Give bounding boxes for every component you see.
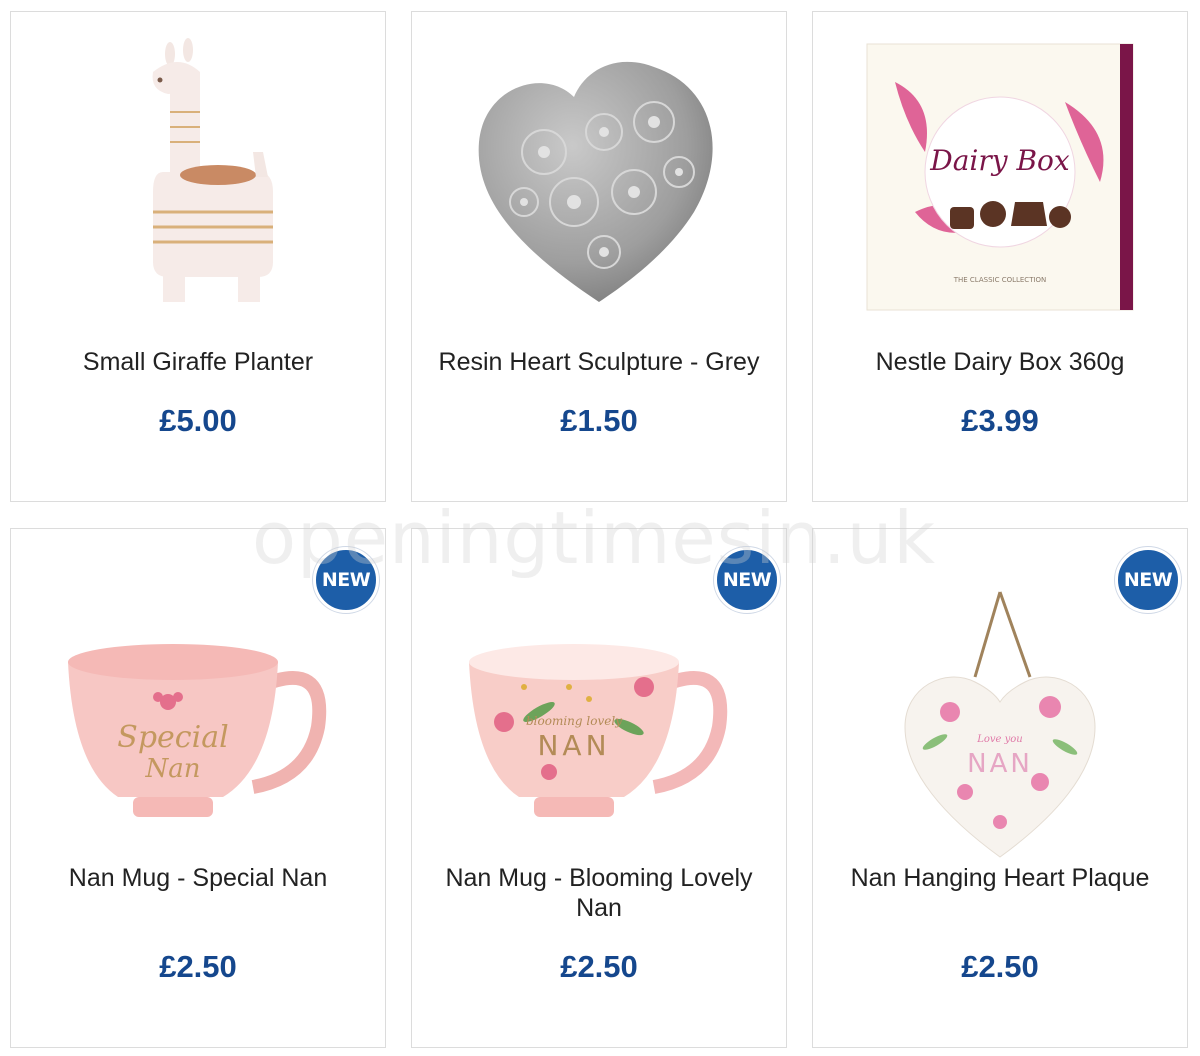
special-mug-text-1: Special xyxy=(117,720,228,755)
product-name[interactable]: Nan Mug - Blooming Lovely Nan xyxy=(432,863,766,923)
product-price: £2.50 xyxy=(159,949,237,984)
product-price: £2.50 xyxy=(961,949,1039,984)
product-card-special-nan-mug[interactable]: NEW Special Nan Nan Mug - Special Nan £2… xyxy=(10,528,386,1048)
product-name[interactable]: Nan Hanging Heart Plaque xyxy=(833,863,1167,893)
dairy-box-tagline-text: THE CLASSIC COLLECTION xyxy=(953,276,1047,284)
product-image-dairy-box[interactable]: Dairy Box THE CLASSIC COLLECTION xyxy=(813,12,1187,342)
product-price: £3.99 xyxy=(961,403,1039,438)
dairy-box-image: Dairy Box THE CLASSIC COLLECTION xyxy=(866,43,1134,311)
product-name[interactable]: Resin Heart Sculpture - Grey xyxy=(432,347,766,377)
product-card-dairy-box[interactable]: Dairy Box THE CLASSIC COLLECTION Nestle … xyxy=(812,11,1188,502)
special-nan-mug-image: Special Nan xyxy=(68,643,327,817)
product-card-heart-sculpture[interactable]: Resin Heart Sculpture - Grey £1.50 xyxy=(411,11,787,502)
product-image-giraffe-planter[interactable] xyxy=(11,12,385,342)
product-card-giraffe-planter[interactable]: Small Giraffe Planter £5.00 xyxy=(10,11,386,502)
dairy-box-brand-text: Dairy Box xyxy=(929,144,1070,177)
plaque-text-1: Love you xyxy=(976,734,1023,745)
giraffe-planter-image xyxy=(152,38,273,302)
product-name[interactable]: Small Giraffe Planter xyxy=(31,347,365,377)
product-price: £5.00 xyxy=(159,403,237,438)
product-grid: Small Giraffe Planter £5.00 Resin Heart … xyxy=(10,11,1188,1048)
product-name[interactable]: Nestle Dairy Box 360g xyxy=(833,347,1167,377)
product-card-blooming-nan-mug[interactable]: NEW blooming lovely NAN Nan Mug - Bloomi… xyxy=(411,528,787,1048)
product-image-heart-sculpture[interactable] xyxy=(412,12,786,342)
blooming-mug-text-1: blooming lovely xyxy=(526,714,622,728)
product-image-heart-plaque[interactable]: Love you NAN xyxy=(813,554,1187,899)
product-image-blooming-nan-mug[interactable]: blooming lovely NAN xyxy=(412,554,786,899)
blooming-mug-text-2: NAN xyxy=(537,729,610,762)
blooming-nan-mug-image: blooming lovely NAN xyxy=(469,643,728,817)
product-image-special-nan-mug[interactable]: Special Nan xyxy=(11,554,385,899)
product-name[interactable]: Nan Mug - Special Nan xyxy=(31,863,365,893)
heart-plaque-image: Love you NAN xyxy=(904,591,1096,858)
special-mug-text-2: Nan xyxy=(145,754,201,784)
product-price: £1.50 xyxy=(560,403,638,438)
plaque-text-2: NAN xyxy=(967,749,1033,779)
product-card-heart-plaque[interactable]: NEW Love you NAN Nan Hanging Heart Plaqu… xyxy=(812,528,1188,1048)
heart-sculpture-image xyxy=(478,61,713,302)
product-price: £2.50 xyxy=(560,949,638,984)
